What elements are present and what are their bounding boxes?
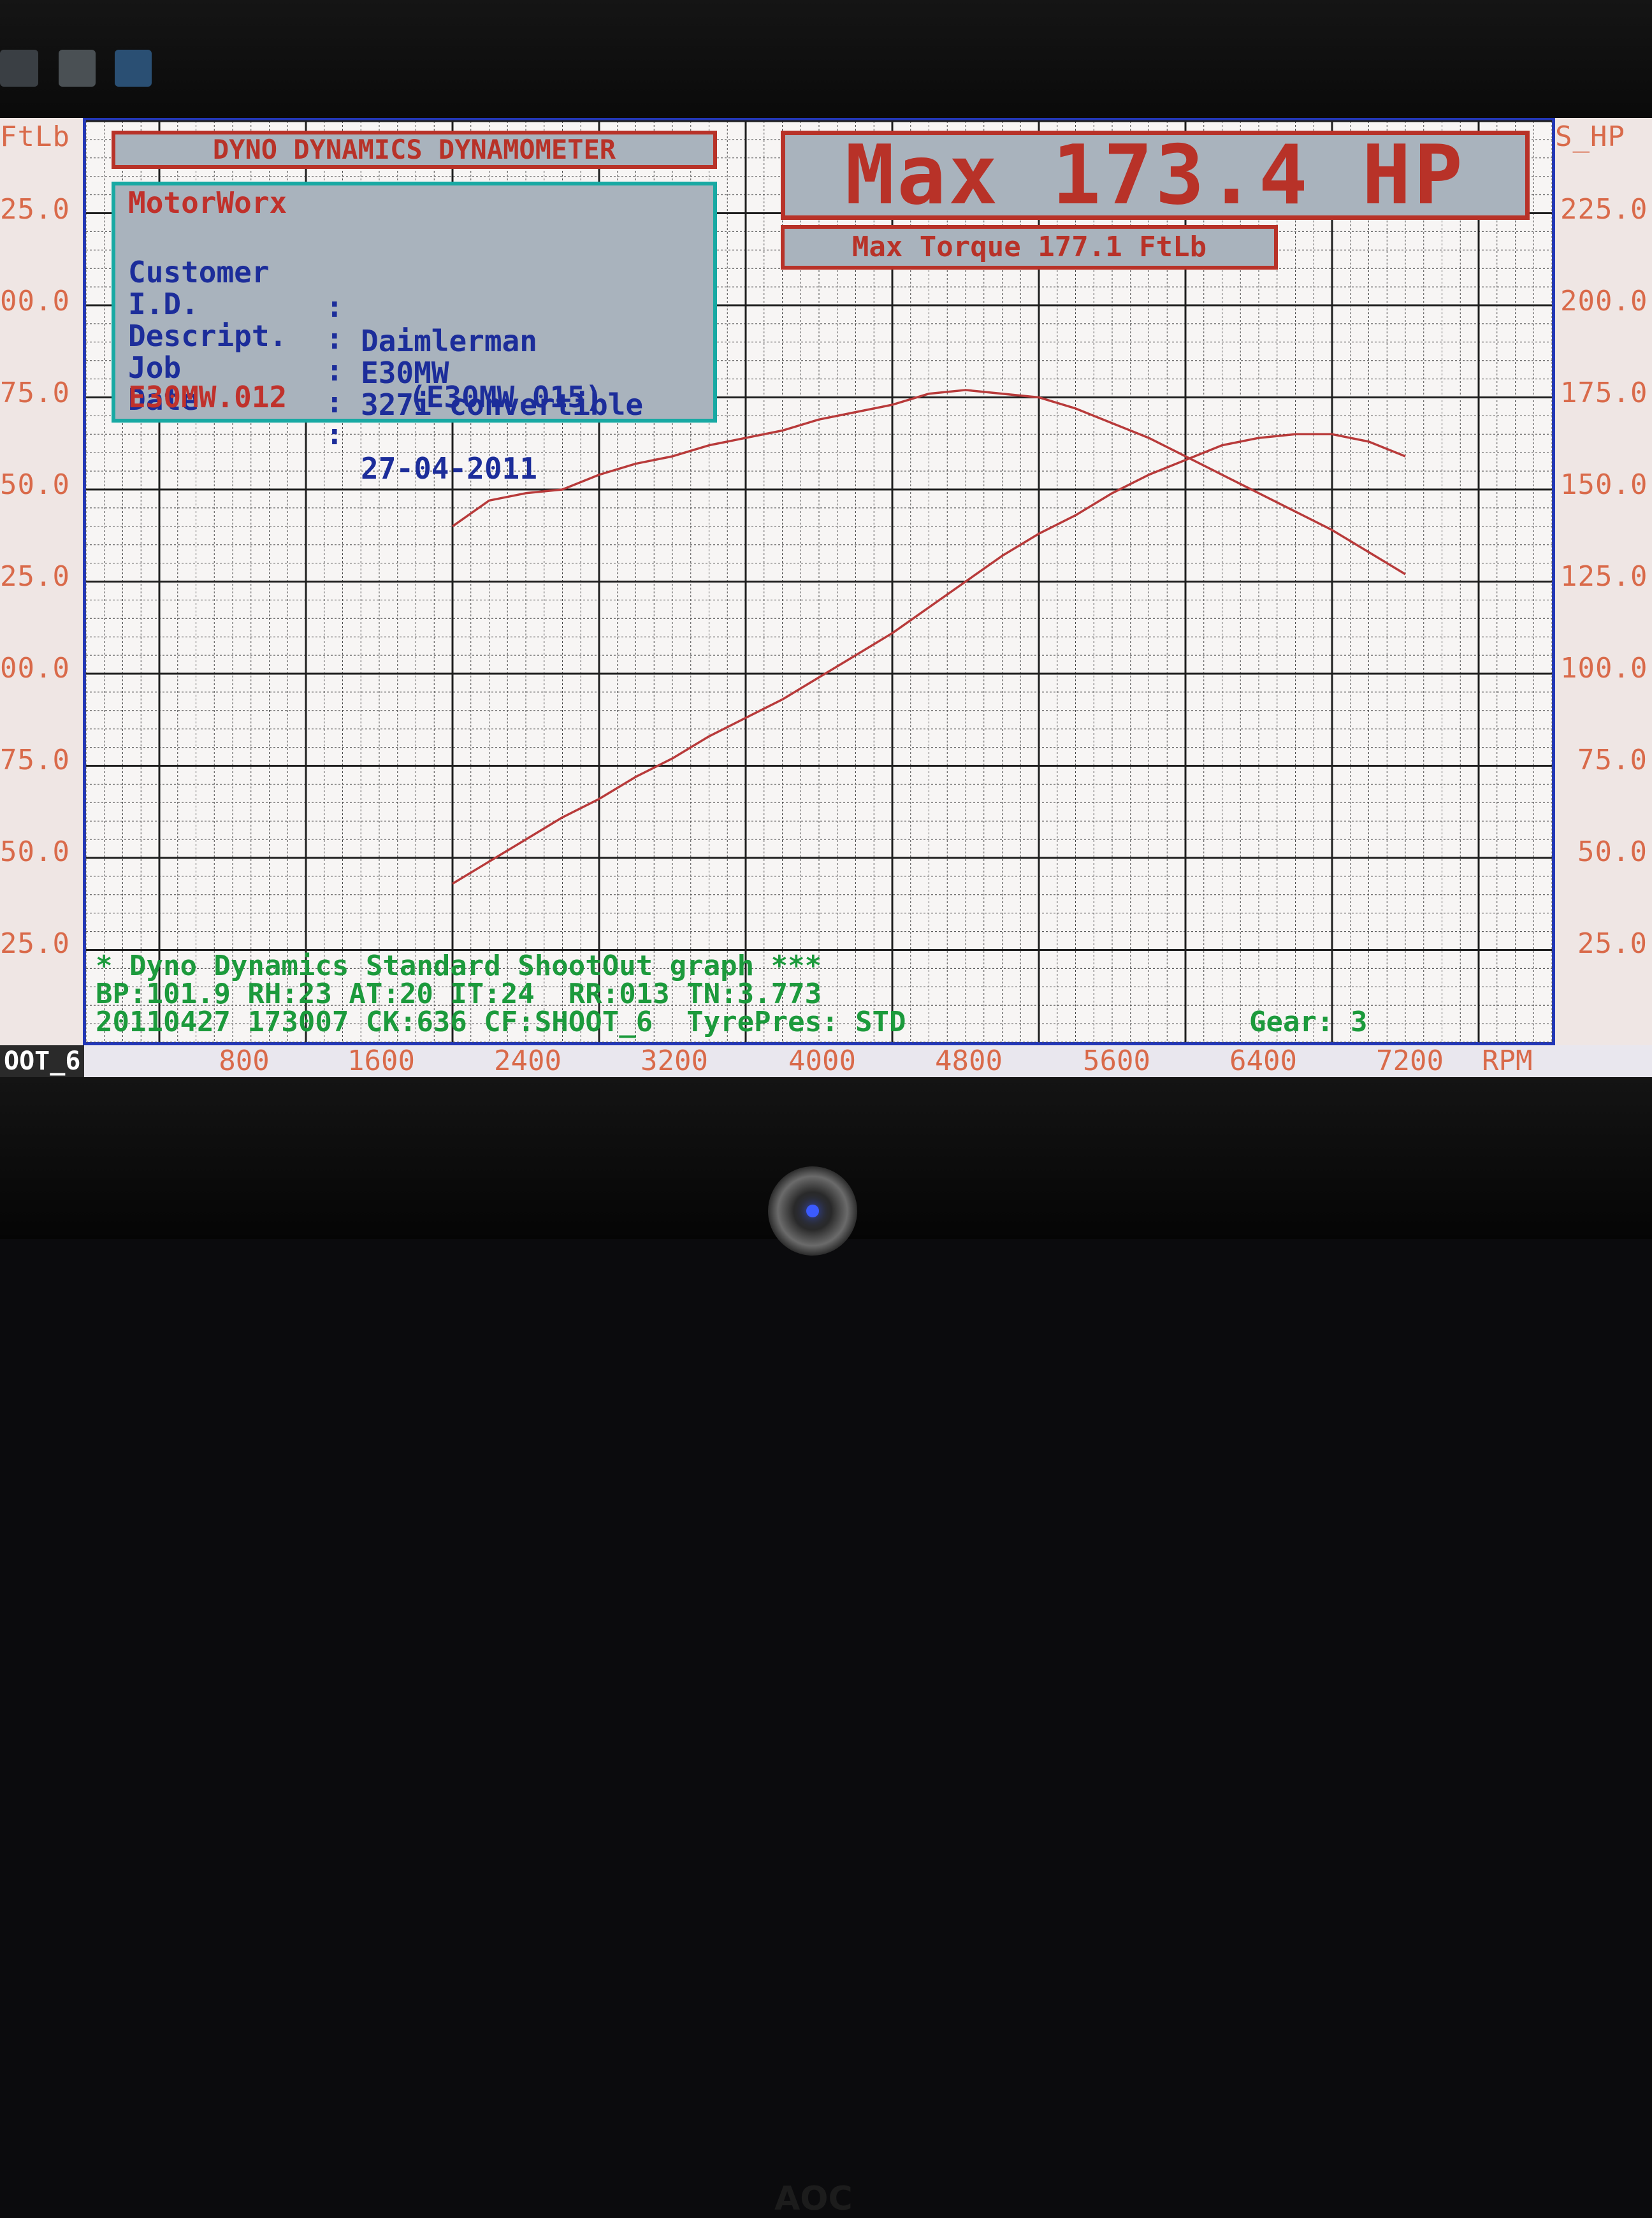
x-tick: 7200: [1376, 1045, 1444, 1077]
x-tick: 1600: [347, 1045, 415, 1077]
right-tick: 75.0: [1577, 744, 1648, 776]
x-axis-unit: RPM: [1482, 1045, 1533, 1077]
compare-file: (E30MW.015): [409, 380, 603, 414]
x-tick: 6400: [1229, 1045, 1297, 1077]
info-colon: :: [326, 289, 344, 324]
info-colon: :: [326, 417, 344, 451]
max-torque-readout: Max Torque 177.1 FtLb: [781, 225, 1278, 270]
right-tick: 225.0: [1560, 193, 1648, 226]
left-tick: 25.0: [0, 560, 70, 593]
info-row-customer: Customer : Daimlerman: [128, 221, 537, 358]
gear-readout: Gear: 3: [1249, 1006, 1368, 1038]
left-axis-unit: FtLb: [0, 120, 70, 153]
info-row-id: I.D. : E30MW: [128, 252, 449, 390]
x-tick: 2400: [494, 1045, 562, 1077]
left-tick: 50.0: [0, 468, 70, 501]
footer-line-session: 20110427 173007 CK:636 CF:SHOOT_6 TyrePr…: [96, 1006, 906, 1038]
info-value: 27-04-2011: [361, 451, 537, 486]
right-tick: 100.0: [1560, 652, 1648, 685]
right-tick: 50.0: [1577, 836, 1648, 868]
power-curve: [452, 433, 1406, 885]
left-tick: 00.0: [0, 285, 70, 317]
info-row-date: Date : 27-04-2011: [128, 348, 537, 486]
info-value: Daimlerman: [361, 324, 537, 358]
x-tick: 4000: [788, 1045, 856, 1077]
correction-mode-label: OOT_6: [0, 1045, 85, 1077]
info-colon: :: [326, 385, 344, 419]
info-row-job: Job :: [128, 316, 344, 419]
x-tick: 800: [219, 1045, 270, 1077]
power-led-icon: [806, 1205, 819, 1217]
x-tick: 4800: [935, 1045, 1003, 1077]
right-tick: 175.0: [1560, 377, 1648, 409]
left-tick: 75.0: [0, 744, 70, 776]
dyno-title: DYNO DYNAMICS DYNAMOMETER: [112, 131, 717, 169]
right-tick: 150.0: [1560, 468, 1648, 501]
x-tick: 3200: [641, 1045, 708, 1077]
left-tick: 25.0: [0, 927, 70, 960]
right-tick: 200.0: [1560, 285, 1648, 317]
left-tick: 50.0: [0, 836, 70, 868]
right-tick: 25.0: [1577, 927, 1648, 960]
info-row-description: Descript. : 327i convertible: [128, 284, 643, 422]
right-axis-unit: S_HP: [1555, 120, 1625, 153]
max-power-readout: Max 173.4 HP: [781, 131, 1530, 220]
right-tick: 125.0: [1560, 560, 1648, 593]
left-tick: 00.0: [0, 652, 70, 685]
taskbar-app-icon[interactable]: [59, 50, 96, 87]
x-tick: 5600: [1083, 1045, 1150, 1077]
taskbar-app-icon[interactable]: [0, 50, 38, 87]
monitor-brand: AOC: [774, 2180, 853, 2218]
dyno-screen: FtLb S_HP 25.0 00.0 75.0 50.0 25.0 00.0 …: [0, 118, 1652, 1077]
info-colon: :: [326, 353, 344, 388]
monitor-bezel-top: [0, 0, 1652, 118]
run-info-panel: MotorWorx Customer : Daimlerman I.D. : E…: [112, 182, 717, 486]
info-colon: :: [326, 321, 344, 356]
left-tick: 25.0: [0, 193, 70, 226]
left-tick: 75.0: [0, 377, 70, 409]
company-name: MotorWorx: [128, 185, 287, 220]
run-file: E30MW.012: [128, 380, 287, 414]
taskbar-app-icon[interactable]: [115, 50, 152, 87]
